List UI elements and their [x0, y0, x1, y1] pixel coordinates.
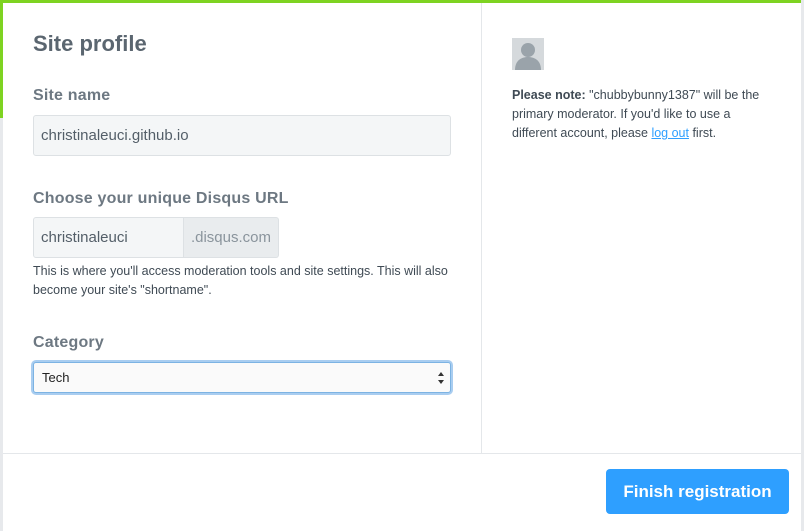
disqus-url-suffix: .disqus.com [184, 217, 279, 258]
note-lead: Please note: [512, 88, 586, 102]
disqus-url-help-text: This is where you'll access moderation t… [33, 264, 448, 297]
page-title: Site profile [33, 31, 147, 56]
disqus-url-field[interactable]: christinaleuci [33, 217, 184, 258]
disqus-url-value: christinaleuci [41, 229, 128, 246]
select-arrows-icon [438, 372, 444, 384]
site-profile-panel: Site profile Site name christinaleuci.gi… [3, 3, 481, 453]
site-name-label: Site name [33, 87, 111, 104]
footer-divider [3, 453, 801, 454]
moderator-panel: Please note: "chubbybunny1387" will be t… [482, 3, 801, 453]
site-name-value: christinaleuci.github.io [41, 127, 189, 144]
finish-registration-button[interactable]: Finish registration [606, 469, 789, 514]
moderator-note: Please note: "chubbybunny1387" will be t… [512, 86, 774, 143]
category-label: Category [33, 334, 104, 351]
category-selected-value: Tech [42, 370, 70, 385]
category-select[interactable]: Tech [33, 362, 451, 393]
site-name-field[interactable]: christinaleuci.github.io [33, 115, 451, 156]
note-text-end: first. [688, 126, 717, 140]
avatar-icon [512, 38, 544, 70]
log-out-link[interactable]: log out [651, 126, 689, 140]
disqus-url-label: Choose your unique Disqus URL [33, 190, 289, 207]
